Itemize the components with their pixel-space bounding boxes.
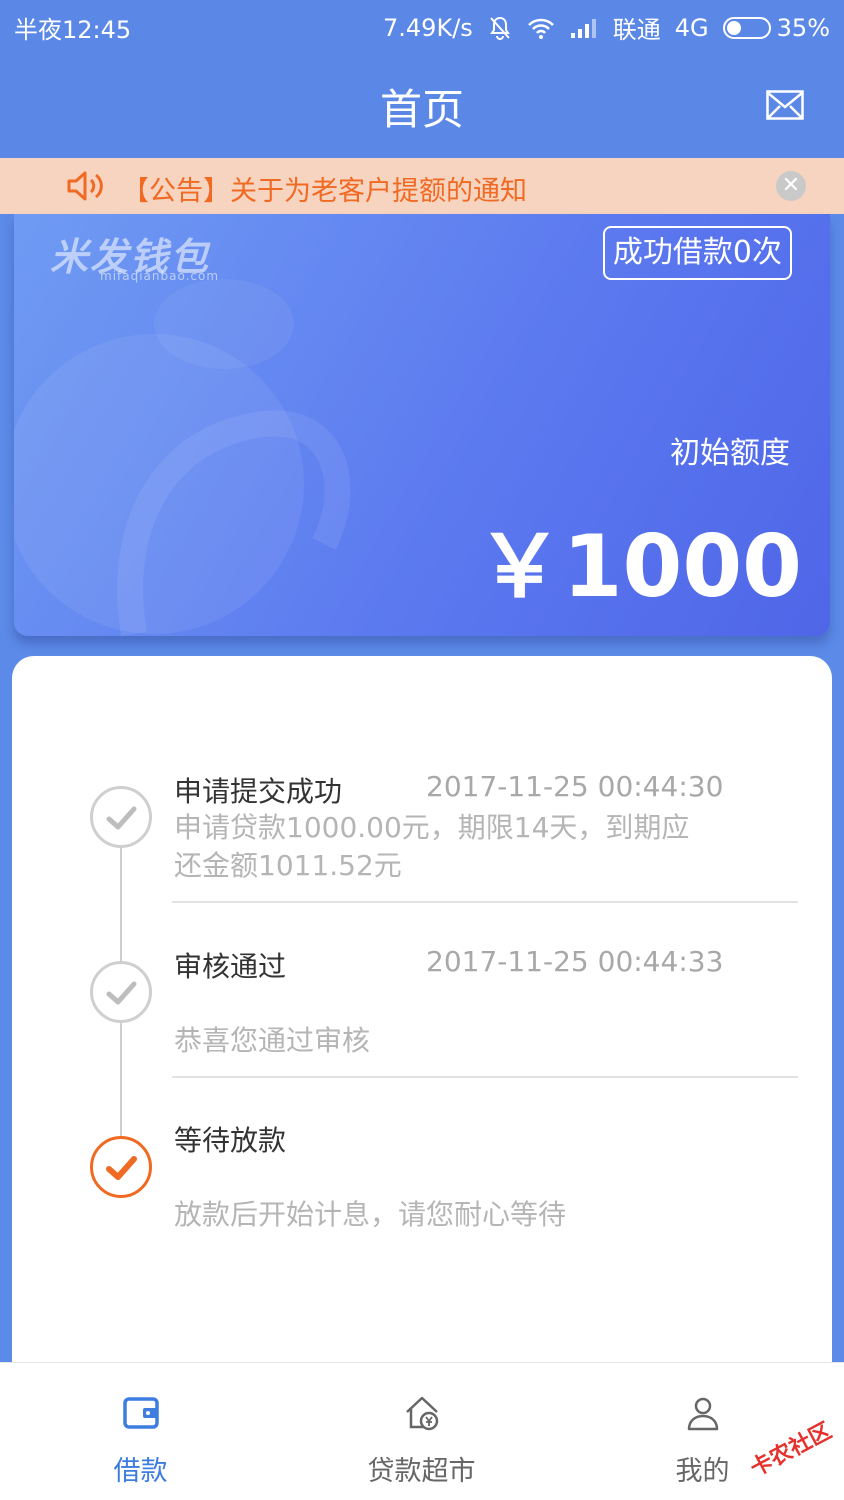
step-time: 2017-11-25 00:44:30 — [426, 770, 724, 803]
wallet-icon — [123, 1397, 159, 1429]
network-type: 4G — [674, 13, 709, 42]
tab-loan[interactable]: 借款 — [0, 1363, 281, 1500]
step-time: 2017-11-25 00:44:33 — [426, 945, 724, 978]
status-time: 半夜12:45 — [14, 16, 132, 44]
house-yuan-icon — [406, 1396, 439, 1431]
network-speed: 7.49K/s — [383, 13, 473, 42]
battery-indicator: 35% — [722, 13, 830, 42]
check-circle-icon — [90, 786, 152, 848]
step-desc: 申请贷款1000.00元，期限14天，到期应还金额1011.52元 — [174, 811, 690, 882]
credit-card: 米发钱包 mifaqianbao.com 成功借款0次 初始额度 ￥1000 — [14, 214, 830, 636]
mute-bell-icon — [489, 16, 510, 40]
divider — [172, 1076, 798, 1078]
wifi-icon — [527, 18, 554, 39]
close-icon[interactable]: ✕ — [776, 171, 806, 201]
signal-icon — [570, 18, 596, 38]
tab-label: 贷款超市 — [367, 1456, 476, 1487]
battery-percent: 35% — [776, 13, 830, 42]
status-bar: 半夜12:45 7.49K/s 联通 4G 35% — [0, 0, 844, 50]
step-desc: 恭喜您通过审核 — [174, 1024, 371, 1057]
notice-bar[interactable]: 【公告】关于为老客户提额的通知 ✕ — [0, 158, 844, 214]
step-name: 等待放款 — [174, 1124, 287, 1157]
title-bar: 首页 — [0, 50, 844, 158]
status-right: 7.49K/s 联通 4G 35% — [383, 10, 830, 45]
loan-count-badge: 成功借款0次 — [602, 226, 792, 280]
speaker-icon — [67, 171, 103, 201]
bottom-tab-bar: 借款 贷款超市 我的 — [0, 1362, 844, 1500]
notice-text[interactable]: 【公告】关于为老客户提额的通知 — [122, 169, 527, 208]
brand-domain: mifaqianbao.com — [100, 269, 220, 283]
step-desc: 放款后开始计息，请您耐心等待 — [174, 1198, 567, 1231]
mail-icon[interactable] — [766, 90, 804, 120]
divider — [172, 901, 798, 903]
limit-label: 初始额度 — [670, 436, 790, 471]
check-circle-icon — [90, 961, 152, 1023]
step-name: 申请提交成功 — [174, 775, 343, 808]
tab-loan-market[interactable]: 贷款超市 — [281, 1363, 562, 1500]
loan-progress-panel: 申请提交成功 2017-11-25 00:44:30 申请贷款1000.00元，… — [12, 656, 832, 1376]
person-icon — [687, 1397, 719, 1431]
battery-icon — [722, 16, 771, 39]
carrier-name: 联通 — [612, 16, 661, 44]
check-circle-active-icon — [90, 1136, 152, 1198]
limit-amount: ￥1000 — [476, 517, 802, 617]
step-name: 审核通过 — [174, 950, 287, 983]
tab-label: 借款 — [113, 1456, 168, 1487]
page-title: 首页 — [379, 85, 464, 134]
